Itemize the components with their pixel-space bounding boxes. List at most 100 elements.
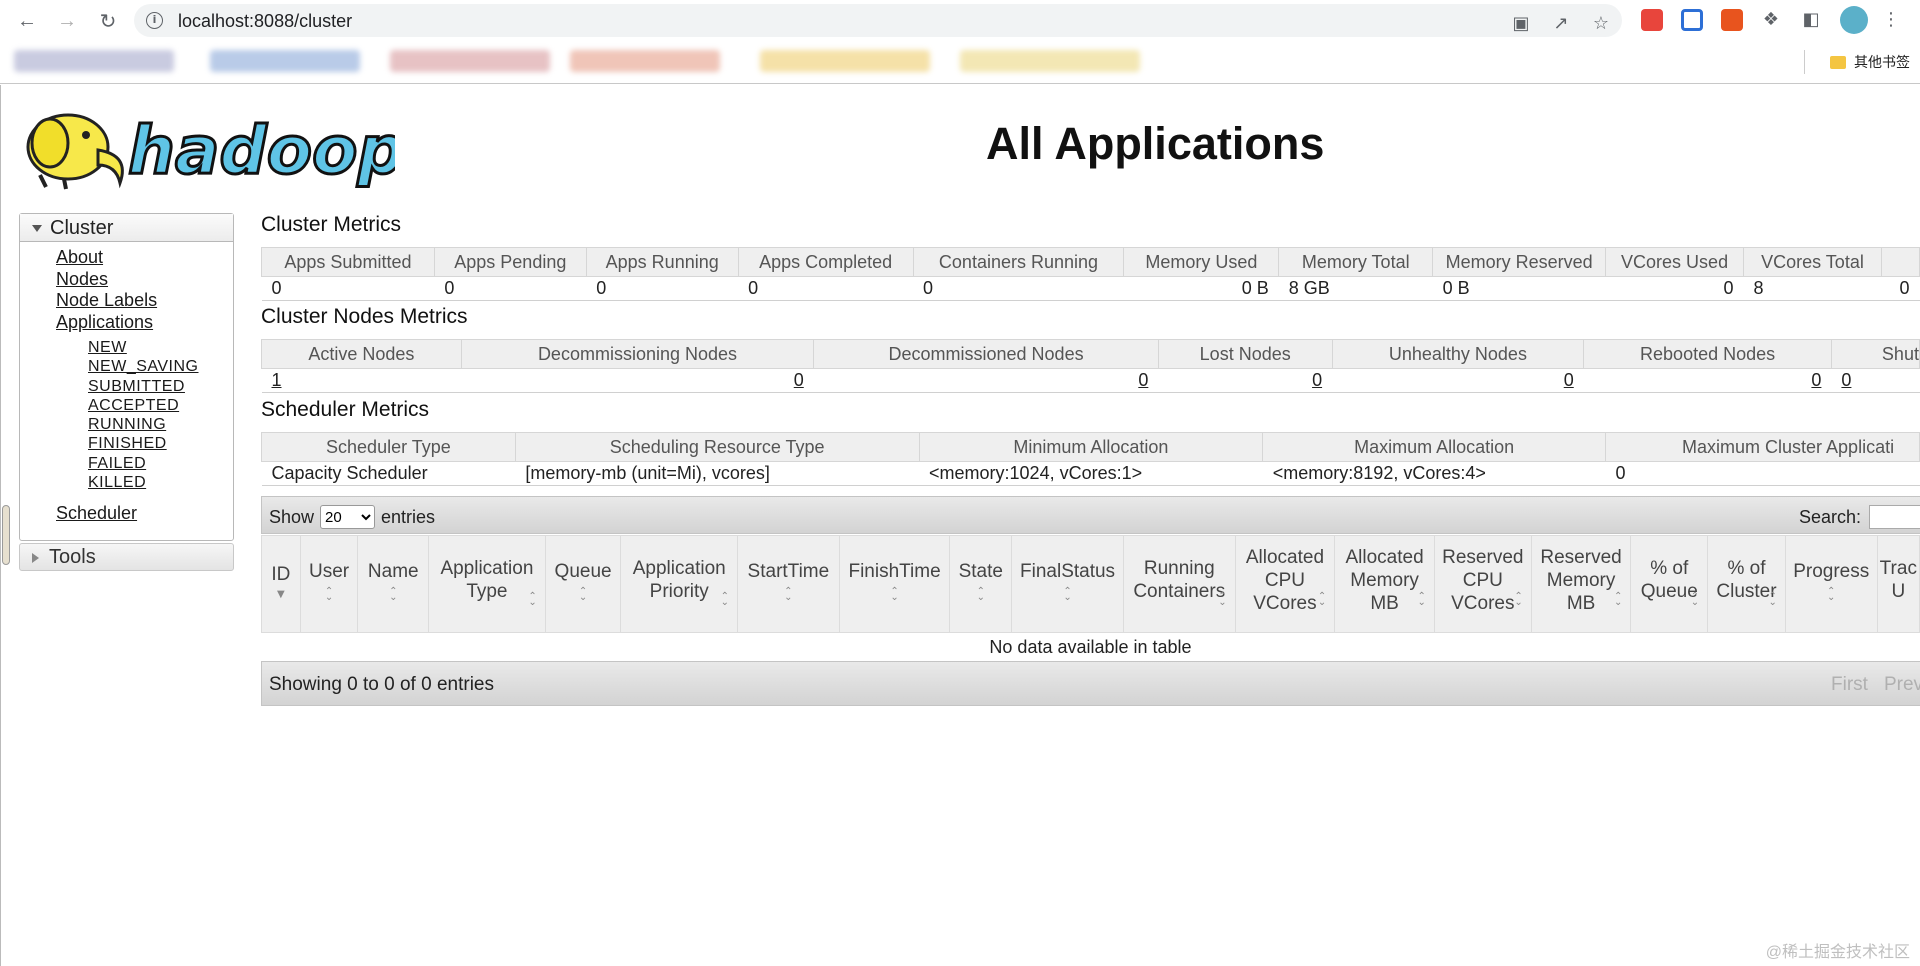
col-percent-of-queue[interactable]: % of Queue ⌃ ⌄: [1630, 535, 1709, 633]
address-bar[interactable]: i localhost:8088/cluster ▣ ↗ ☆: [134, 4, 1622, 37]
svg-text:hadoop: hadoop: [128, 112, 395, 189]
col-user[interactable]: User ⌃ ⌄: [299, 535, 359, 633]
bookmark-blurred[interactable]: [14, 50, 174, 72]
active-nodes-link[interactable]: 1: [272, 370, 282, 390]
translate-icon[interactable]: ▣: [1510, 12, 1532, 34]
pager-first-button[interactable]: First: [1831, 674, 1868, 695]
other-bookmarks-label: 其他书签: [1854, 54, 1910, 70]
profile-avatar[interactable]: [1840, 6, 1868, 34]
page-title: All Applications: [986, 118, 1325, 169]
page-size-select[interactable]: 20: [320, 505, 376, 529]
app-state-link-submitted[interactable]: SUBMITTED: [88, 377, 199, 396]
col-state[interactable]: State ⌃ ⌄: [949, 535, 1013, 633]
col-finish-time[interactable]: FinishTime ⌃ ⌄: [838, 535, 951, 633]
sort-icon: ⌃ ⌄: [1417, 591, 1426, 608]
sidebar-cluster-header[interactable]: Cluster: [20, 214, 233, 242]
url-text[interactable]: localhost:8088/cluster: [178, 11, 352, 32]
sidebar-tools-label: Tools: [49, 546, 96, 568]
col-tracking-ui[interactable]: Trac U: [1876, 535, 1920, 633]
col-maximum-cluster-applications: Maximum Cluster Applicati: [1605, 432, 1920, 462]
col-queue[interactable]: Queue ⌃ ⌄: [544, 535, 622, 633]
pager-prev-button[interactable]: Prev: [1884, 674, 1920, 695]
sidebar-link-node-labels[interactable]: Node Labels: [56, 290, 157, 312]
search-label: Search:: [1799, 506, 1862, 527]
cluster-metrics-title: Cluster Metrics: [261, 213, 402, 236]
site-info-icon[interactable]: i: [146, 12, 163, 29]
bookmark-blurred[interactable]: [960, 50, 1140, 72]
bookmark-star-icon[interactable]: ☆: [1590, 12, 1612, 34]
menu-kebab-icon[interactable]: ⋮: [1880, 8, 1902, 30]
extensions-puzzle-icon[interactable]: ❖: [1760, 8, 1782, 30]
scheduler-metrics-header-row: Scheduler Type Scheduling Resource Type …: [261, 432, 1920, 462]
col-running-containers[interactable]: Running Containers ⌃ ⌄: [1122, 535, 1236, 633]
collapse-triangle-icon: [32, 225, 42, 233]
shutdown-nodes-link[interactable]: 0: [1841, 370, 1851, 390]
col-application-priority[interactable]: Application Priority ⌃ ⌄: [620, 535, 739, 633]
app-state-link-finished[interactable]: FINISHED: [88, 434, 199, 453]
decommissioned-nodes-link[interactable]: 0: [1138, 370, 1148, 390]
sidebar-tools-header[interactable]: Tools: [19, 543, 234, 571]
sort-icon: ⌃ ⌄: [890, 585, 899, 603]
sort-icon: ⌃ ⌄: [324, 585, 334, 603]
col-active-nodes: Active Nodes: [261, 339, 462, 369]
sidebar-link-applications[interactable]: Applications: [56, 312, 157, 334]
bookmark-blurred[interactable]: [570, 50, 720, 72]
sidebar-links: About Nodes Node Labels Applications: [56, 247, 157, 333]
bookmark-blurred[interactable]: [210, 50, 360, 72]
expand-triangle-icon: [32, 552, 39, 563]
metric-value: 0: [434, 276, 587, 301]
rebooted-nodes-link[interactable]: 0: [1811, 370, 1821, 390]
sort-icon: ⌃ ⌄: [1063, 585, 1072, 603]
metric-value: 0: [1881, 276, 1920, 301]
col-final-status[interactable]: FinalStatus ⌃ ⌄: [1011, 535, 1124, 633]
col-maximum-allocation: Maximum Allocation: [1262, 432, 1607, 462]
col-progress[interactable]: Progress ⌃ ⌄: [1784, 535, 1878, 633]
other-bookmarks[interactable]: 其他书签: [1830, 52, 1910, 72]
app-state-link-accepted[interactable]: ACCEPTED: [88, 396, 199, 415]
back-icon[interactable]: ←: [14, 8, 40, 34]
search-control: Search:: [1799, 505, 1920, 529]
sidebar: Cluster About Nodes Node Labels Applicat…: [19, 213, 234, 541]
app-state-link-running[interactable]: RUNNING: [88, 415, 199, 434]
resize-handle[interactable]: [2, 505, 10, 565]
bookmark-blurred[interactable]: [390, 50, 550, 72]
unhealthy-nodes-link[interactable]: 0: [1564, 370, 1574, 390]
search-input[interactable]: [1869, 505, 1920, 529]
col-name[interactable]: Name ⌃ ⌄: [357, 535, 430, 633]
decommissioning-nodes-link[interactable]: 0: [794, 370, 804, 390]
col-start-time[interactable]: StartTime ⌃ ⌄: [737, 535, 840, 633]
sidebar-link-about[interactable]: About: [56, 247, 157, 269]
apps-empty-row: No data available in table: [261, 632, 1920, 663]
metric-value: 0 B: [1432, 276, 1606, 301]
bookmark-blurred[interactable]: [760, 50, 930, 72]
lost-nodes-link[interactable]: 0: [1312, 370, 1322, 390]
col-percent-of-cluster[interactable]: % of Cluster ⌃ ⌄: [1707, 535, 1786, 633]
col-memory-used: Memory Used: [1123, 247, 1280, 277]
col-memory-total: Memory Total: [1278, 247, 1434, 277]
scheduler-type-value: Capacity Scheduler: [261, 461, 516, 486]
col-id[interactable]: ID ▼: [261, 535, 301, 633]
max-cluster-apps-value: 0: [1605, 461, 1920, 486]
extension-orange-icon[interactable]: [1721, 9, 1743, 31]
col-apps-pending: Apps Pending: [433, 247, 587, 277]
sidebar-link-nodes[interactable]: Nodes: [56, 269, 157, 291]
col-reserved-cpu-vcores[interactable]: Reserved CPU VCores ⌃ ⌄: [1433, 535, 1532, 633]
sort-icon: ⌃ ⌄: [1827, 585, 1836, 603]
col-reserved-memory-mb[interactable]: Reserved Memory MB ⌃ ⌄: [1530, 535, 1632, 633]
app-state-link-failed[interactable]: FAILED: [88, 454, 199, 473]
col-allocated-memory-mb[interactable]: Allocated Memory MB ⌃ ⌄: [1334, 535, 1435, 633]
col-allocated-cpu-vcores[interactable]: Allocated CPU VCores ⌃ ⌄: [1234, 535, 1336, 633]
sidebar-link-scheduler[interactable]: Scheduler: [56, 503, 137, 524]
side-panel-icon[interactable]: ◧: [1800, 8, 1822, 30]
extension-blue-icon[interactable]: [1681, 9, 1703, 31]
app-state-link-new[interactable]: NEW: [88, 338, 199, 357]
app-state-link-new-saving[interactable]: NEW_SAVING: [88, 357, 199, 376]
forward-icon[interactable]: →: [54, 8, 80, 34]
col-application-type[interactable]: Application Type ⌃ ⌄: [428, 535, 546, 633]
reload-icon[interactable]: ↻: [95, 8, 121, 34]
share-icon[interactable]: ↗: [1550, 12, 1572, 34]
col-shutdown-nodes: Shut: [1830, 339, 1920, 369]
app-state-link-killed[interactable]: KILLED: [88, 473, 199, 492]
col-containers-running: Containers Running: [912, 247, 1125, 277]
extension-red-icon[interactable]: [1641, 9, 1663, 31]
